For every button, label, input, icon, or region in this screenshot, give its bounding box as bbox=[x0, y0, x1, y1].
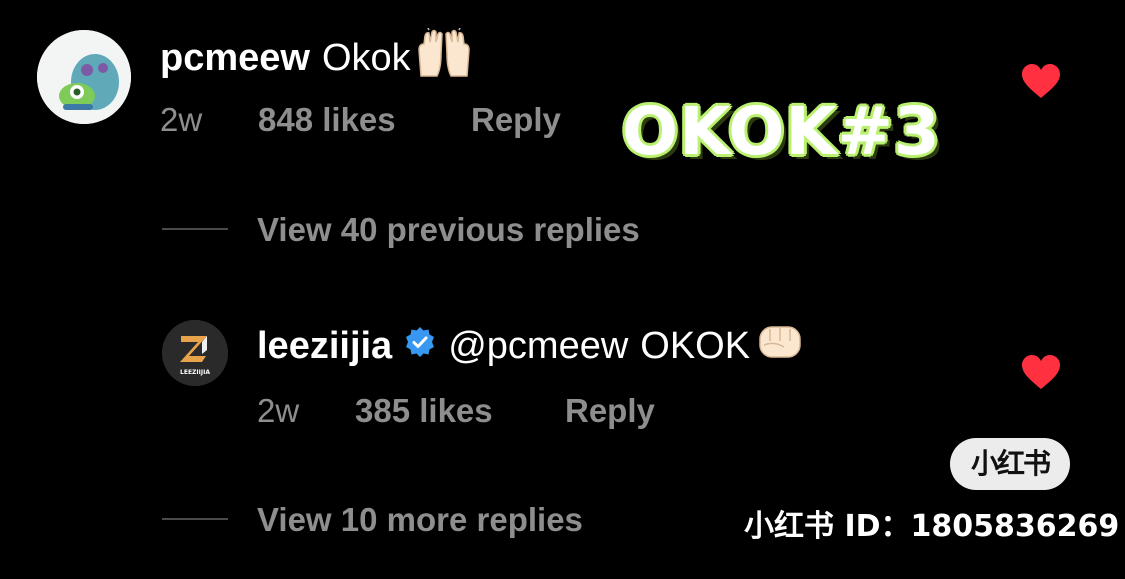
comment-time: 2w bbox=[257, 392, 300, 429]
view-previous-replies[interactable]: View 40 previous replies bbox=[257, 210, 640, 250]
comment-username[interactable]: leeziijia bbox=[257, 324, 392, 368]
overlay-title: OKOK#3 bbox=[622, 93, 941, 170]
monster-avatar-icon bbox=[37, 30, 131, 124]
comment-text: OKOK bbox=[640, 325, 751, 367]
verified-badge-icon bbox=[404, 324, 436, 368]
fist-icon bbox=[754, 319, 806, 373]
watermark-id: 小红书 ID：1805836269 bbox=[744, 509, 1120, 544]
comment-time: 2w bbox=[160, 101, 203, 138]
avatar[interactable] bbox=[37, 30, 131, 124]
comment-meta: 2w bbox=[257, 391, 299, 431]
brand-logo-icon: LEEZIIJIA bbox=[162, 320, 228, 386]
avatar[interactable]: LEEZIIJIA bbox=[162, 320, 228, 386]
reply-button[interactable]: Reply bbox=[565, 392, 655, 429]
comment-text: Okok bbox=[321, 37, 411, 79]
view-more-replies[interactable]: View 10 more replies bbox=[257, 500, 583, 540]
reply-button[interactable]: Reply bbox=[471, 101, 561, 138]
likes-count[interactable]: 848 likes bbox=[258, 101, 396, 138]
divider bbox=[162, 518, 228, 520]
divider bbox=[162, 228, 228, 230]
comment-username[interactable]: pcmeew bbox=[160, 36, 310, 80]
likes-count[interactable]: 385 likes bbox=[355, 392, 493, 429]
comment-mention[interactable]: @pcmeew bbox=[448, 324, 628, 368]
heart-icon[interactable] bbox=[1021, 355, 1061, 396]
comment-meta: 2w bbox=[160, 100, 202, 140]
comment-header: pcmeew Okok bbox=[160, 24, 473, 88]
heart-icon[interactable] bbox=[1021, 64, 1061, 105]
raising-hands-icon bbox=[415, 24, 473, 88]
watermark-badge: 小红书 bbox=[950, 438, 1070, 490]
avatar-brand-text: LEEZIIJIA bbox=[180, 369, 210, 376]
comment-header: leeziijia @pcmeew OKOK bbox=[257, 319, 806, 373]
